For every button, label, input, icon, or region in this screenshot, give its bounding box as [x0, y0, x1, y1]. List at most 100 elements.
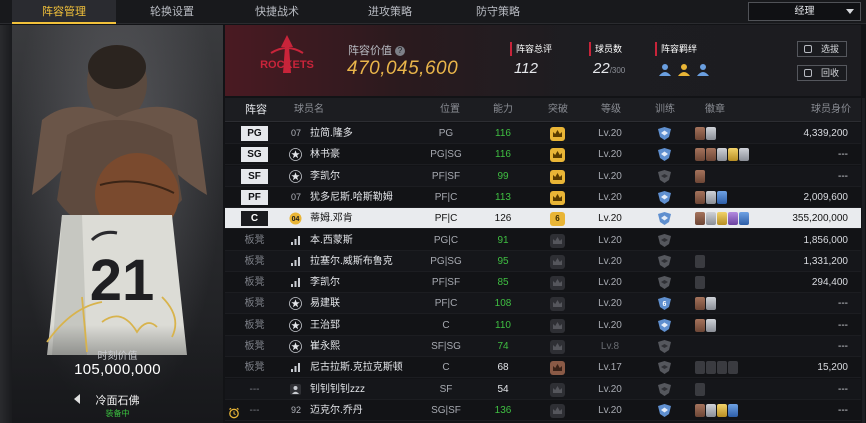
- training-shield-icon[interactable]: [657, 403, 672, 418]
- training-shield-icon[interactable]: [657, 126, 672, 141]
- breakthrough-icon[interactable]: [550, 361, 565, 376]
- role-dropdown[interactable]: 经理: [748, 2, 861, 21]
- training-shield-icon[interactable]: [657, 275, 672, 290]
- training-shield-icon[interactable]: [657, 190, 672, 205]
- lineup-slot-label[interactable]: 板凳: [241, 315, 268, 336]
- breakthrough-icon[interactable]: [550, 127, 565, 141]
- player-name[interactable]: 蒂姆.邓肯: [310, 208, 353, 229]
- select-button[interactable]: 选拔: [797, 41, 847, 57]
- lineup-slot-label[interactable]: ---: [241, 400, 268, 421]
- badge-list[interactable]: [695, 403, 739, 417]
- badge-list[interactable]: [695, 254, 706, 268]
- lineup-slot-badge[interactable]: SF: [241, 168, 268, 184]
- training-shield-icon[interactable]: [657, 233, 672, 248]
- lineup-slot-badge[interactable]: C: [241, 211, 268, 227]
- help-icon[interactable]: ?: [395, 46, 405, 57]
- header-badges[interactable]: 徽章: [695, 98, 735, 122]
- bond-icons[interactable]: [658, 62, 718, 78]
- badge-list[interactable]: [695, 127, 717, 140]
- badge-list[interactable]: [695, 276, 706, 290]
- table-row[interactable]: 板凳 易建联 PF|C 108 Lv.20 6 ---: [225, 293, 861, 315]
- header-breakthrough[interactable]: 突破: [538, 98, 578, 122]
- table-row[interactable]: --- 钊钊钊钊zzz SF 54 Lv.20 ---: [225, 378, 861, 400]
- breakthrough-icon[interactable]: [550, 297, 565, 312]
- tab-defense-strategy[interactable]: 防守策略: [446, 0, 550, 24]
- lineup-slot-label[interactable]: 板凳: [241, 293, 268, 314]
- player-name[interactable]: 犹多尼斯.哈斯勒姆: [310, 187, 393, 208]
- badge-list[interactable]: [695, 318, 717, 332]
- breakthrough-icon[interactable]: [550, 169, 565, 184]
- breakthrough-icon[interactable]: [550, 276, 565, 291]
- lineup-slot-label[interactable]: 板凳: [241, 230, 268, 251]
- table-row[interactable]: C 04 蒂姆.邓肯 PF|C 126 6 Lv.20 355,200,000: [225, 208, 861, 230]
- breakthrough-icon[interactable]: [550, 318, 565, 333]
- breakthrough-icon[interactable]: [550, 403, 565, 418]
- training-shield-icon[interactable]: [657, 211, 672, 226]
- badge-list[interactable]: [695, 297, 717, 311]
- lineup-slot-badge[interactable]: SG: [241, 147, 268, 163]
- player-name[interactable]: 李凯尔: [310, 166, 340, 187]
- breakthrough-icon[interactable]: [550, 190, 565, 205]
- lineup-slot-badge[interactable]: PF: [241, 189, 268, 205]
- table-row[interactable]: SG 林书豪 PG|SG 116 Lv.20 ---: [225, 144, 861, 166]
- badge-list[interactable]: [695, 212, 750, 226]
- breakthrough-icon[interactable]: [550, 340, 565, 354]
- badge-list[interactable]: [695, 169, 706, 183]
- player-name[interactable]: 林书豪: [310, 144, 340, 165]
- breakthrough-icon[interactable]: [550, 233, 565, 248]
- player-name[interactable]: 尼古拉斯.克拉克斯顿: [310, 357, 403, 378]
- training-shield-icon[interactable]: [657, 360, 672, 375]
- lineup-slot-label[interactable]: ---: [241, 379, 268, 400]
- tab-offense-strategy[interactable]: 进攻策略: [338, 0, 442, 24]
- table-row[interactable]: SF 李凯尔 PF|SF 99 Lv.20 ---: [225, 165, 861, 187]
- lineup-slot-label[interactable]: 板凳: [241, 251, 268, 272]
- table-row[interactable]: PG 07 拉简.隆多 PG 116 Lv.20 4,339,200: [225, 123, 861, 144]
- table-row[interactable]: 板凳 李凯尔 PF|SF 85 Lv.20 294,400: [225, 272, 861, 294]
- training-shield-icon[interactable]: [657, 254, 672, 269]
- training-shield-icon[interactable]: [657, 318, 672, 333]
- training-shield-icon[interactable]: [657, 147, 672, 162]
- training-shield-icon[interactable]: [657, 169, 672, 184]
- table-row[interactable]: 板凳 王治郅 C 110 Lv.20 ---: [225, 314, 861, 336]
- recycle-button[interactable]: 回收: [797, 65, 847, 81]
- tab-rotation-settings[interactable]: 轮换设置: [120, 0, 224, 24]
- lineup-slot-label[interactable]: 板凳: [241, 272, 268, 293]
- header-ability[interactable]: 能力: [483, 98, 523, 122]
- player-name[interactable]: 易建联: [310, 293, 340, 314]
- tab-lineup-management[interactable]: 阵容管理: [12, 0, 116, 24]
- player-name[interactable]: 王治郅: [310, 315, 340, 336]
- training-shield-icon[interactable]: [657, 382, 672, 397]
- badge-list[interactable]: [695, 148, 750, 162]
- training-shield-icon[interactable]: [657, 339, 672, 354]
- player-name[interactable]: 李凯尔: [310, 272, 340, 293]
- header-position[interactable]: 位置: [430, 98, 470, 122]
- lineup-slot-label[interactable]: 板凳: [241, 336, 268, 357]
- lineup-slot-badge[interactable]: PG: [241, 126, 268, 141]
- header-training[interactable]: 训练: [645, 98, 685, 122]
- training-shield-icon[interactable]: 6: [657, 296, 672, 311]
- header-level[interactable]: 等级: [591, 98, 631, 122]
- player-name[interactable]: 拉塞尔.威斯布鲁克: [310, 251, 393, 272]
- badge-list[interactable]: [695, 361, 739, 375]
- table-row[interactable]: PF 07 犹多尼斯.哈斯勒姆 PF|C 113 Lv.20 2,009,600: [225, 186, 861, 208]
- table-scrollbar[interactable]: [862, 98, 865, 423]
- tab-quick-tactics[interactable]: 快捷战术: [225, 0, 329, 24]
- player-name[interactable]: 迈克尔.乔丹: [310, 400, 363, 421]
- table-row[interactable]: 板凳 尼古拉斯.克拉克斯顿 C 68 Lv.17 15,200: [225, 357, 861, 379]
- badge-list[interactable]: [695, 382, 706, 396]
- player-name[interactable]: 拉简.隆多: [310, 123, 353, 144]
- table-row[interactable]: --- 92 迈克尔.乔丹 SG|SF 136 Lv.20 ---: [225, 399, 861, 421]
- player-moment-card[interactable]: 21 时刻价值 105,000,000 冷面石佛 装备中: [12, 25, 223, 423]
- header-value[interactable]: 球员身价: [785, 98, 851, 122]
- lineup-slot-label[interactable]: 板凳: [241, 357, 268, 378]
- breakthrough-icon[interactable]: [550, 382, 565, 397]
- breakthrough-icon[interactable]: 6: [550, 212, 565, 227]
- table-row[interactable]: 板凳 拉塞尔.威斯布鲁克 PG|SG 95 Lv.20 1,331,200: [225, 250, 861, 272]
- breakthrough-icon[interactable]: [550, 148, 565, 163]
- badge-list[interactable]: [695, 190, 728, 204]
- player-name[interactable]: 本.西蒙斯: [310, 230, 353, 251]
- table-row[interactable]: 板凳 本.西蒙斯 PG|C 91 Lv.20 1,856,000: [225, 229, 861, 251]
- player-name[interactable]: 钊钊钊钊zzz: [310, 379, 365, 400]
- breakthrough-icon[interactable]: [550, 254, 565, 269]
- table-row[interactable]: 板凳 崔永熙 SF|SG 74 Lv.8 ---: [225, 336, 861, 357]
